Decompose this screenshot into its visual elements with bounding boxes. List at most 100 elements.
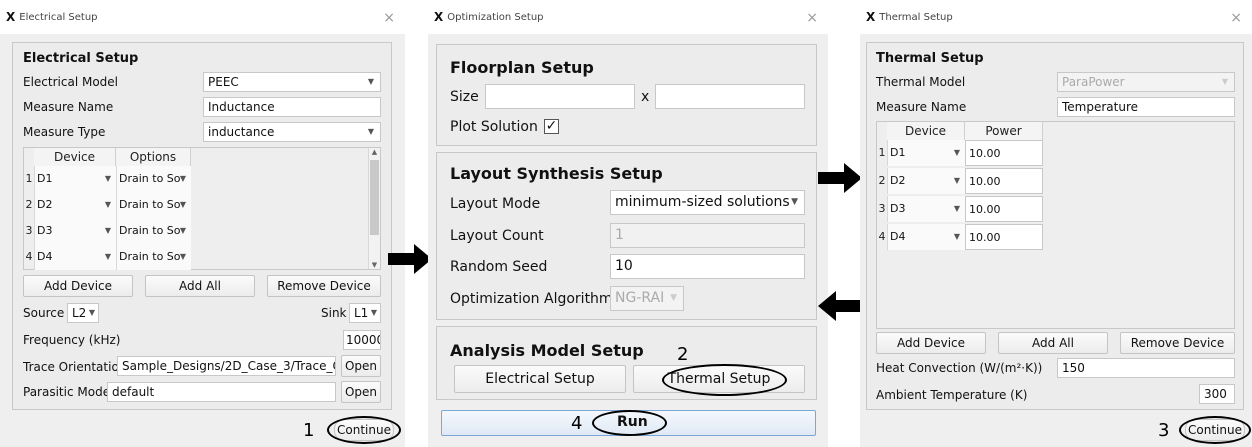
power-input[interactable]: 10.00: [965, 168, 1043, 194]
trace-orientation-input[interactable]: Sample_Designs/2D_Case_3/Trace_Ori.txt: [117, 356, 336, 376]
table-header-options: Options: [116, 148, 191, 166]
optimization-algorithm-label: Optimization Algorithm: [450, 291, 613, 307]
measure-name-input[interactable]: Inductance: [203, 97, 381, 117]
add-all-button[interactable]: Add All: [145, 275, 255, 297]
layout-count-label: Layout Count: [450, 228, 544, 244]
floorplan-group: Floorplan Setup Size x Plot Solution ✓: [436, 44, 817, 146]
row-number: 1: [878, 146, 886, 159]
source-select[interactable]: L2 ▼: [67, 303, 99, 323]
size-height-input[interactable]: [655, 84, 805, 109]
continue-highlight: [1179, 416, 1251, 444]
electrical-setup-window: X Electrical Setup × Electrical Setup El…: [0, 0, 405, 447]
device-select[interactable]: D3 ▼: [34, 218, 116, 244]
layout-count-input[interactable]: 1: [610, 223, 805, 248]
device-select[interactable]: D1 ▼: [887, 140, 965, 166]
measure-type-select[interactable]: inductance ▼: [203, 122, 381, 142]
row-number: 2: [878, 174, 886, 187]
step-number-4: 4: [571, 413, 583, 434]
optimization-algorithm-select[interactable]: NG-RAI ▼: [610, 286, 684, 311]
add-device-button[interactable]: Add Device: [23, 275, 133, 297]
trace-orientation-label: Trace Orientation: [23, 360, 127, 374]
sink-label: Sink: [321, 306, 347, 320]
chevron-down-icon: ▼: [953, 232, 960, 241]
source-value: L2: [72, 306, 87, 320]
thermal-setup-highlight: [662, 364, 787, 396]
device-select[interactable]: D2 ▼: [887, 168, 965, 194]
window-title: Electrical Setup: [19, 11, 98, 23]
app-icon: X: [866, 10, 876, 24]
option-select[interactable]: Drain to So ▼: [116, 192, 191, 218]
close-icon[interactable]: ×: [383, 10, 395, 26]
window-title: Optimization Setup: [447, 11, 544, 23]
step-number-1: 1: [303, 420, 315, 441]
measure-name-input[interactable]: Temperature: [1057, 97, 1235, 117]
plot-solution-checkbox[interactable]: ✓: [544, 119, 559, 134]
device-select[interactable]: D4 ▼: [34, 244, 116, 270]
plot-solution-label: Plot Solution: [450, 119, 538, 135]
scroll-up-icon[interactable]: ▲: [369, 148, 380, 156]
device-select[interactable]: D4 ▼: [887, 224, 965, 250]
frequency-input[interactable]: 10000: [343, 330, 381, 350]
option-select[interactable]: Drain to So ▼: [116, 244, 191, 270]
power-input[interactable]: 10.00: [965, 140, 1043, 166]
chevron-down-icon: ▼: [953, 204, 960, 213]
random-seed-label: Random Seed: [450, 259, 548, 275]
remove-device-button[interactable]: Remove Device: [267, 275, 381, 297]
ambient-temperature-label: Ambient Temperature (K): [876, 388, 1028, 402]
layout-mode-select[interactable]: minimum-sized solutions ▼: [610, 190, 805, 215]
heat-convection-input[interactable]: 150: [1057, 358, 1235, 378]
electrical-titlebar: X Electrical Setup ×: [0, 0, 405, 34]
electrical-group: Electrical Setup Electrical Model PEEC ▼…: [12, 42, 392, 410]
remove-device-button[interactable]: Remove Device: [1120, 332, 1235, 354]
open-parasitic-button[interactable]: Open: [341, 381, 381, 403]
power-input[interactable]: 10.00: [965, 224, 1043, 250]
parasitic-model-label: Parasitic Model: [23, 385, 114, 399]
frequency-label: Frequency (kHz): [23, 333, 121, 347]
option-select[interactable]: Drain to So ▼: [116, 166, 191, 192]
option-value: Drain to So: [119, 250, 181, 263]
device-select[interactable]: D3 ▼: [887, 196, 965, 222]
thermal-model-select[interactable]: ParaPower ▼: [1057, 72, 1235, 92]
arrow-left-icon: [818, 291, 862, 321]
electrical-model-value: PEEC: [208, 75, 239, 89]
power-input[interactable]: 10.00: [965, 196, 1043, 222]
close-icon[interactable]: ×: [806, 10, 818, 26]
electrical-model-select[interactable]: PEEC ▼: [203, 72, 381, 92]
device-select[interactable]: D2 ▼: [34, 192, 116, 218]
device-value: D4: [890, 230, 906, 243]
size-width-input[interactable]: [485, 84, 635, 109]
option-select[interactable]: Drain to So ▼: [116, 218, 191, 244]
measure-type-value: inductance: [208, 125, 275, 139]
heat-convection-label: Heat Convection (W/(m²·K)): [876, 361, 1043, 375]
parasitic-model-input[interactable]: default: [107, 382, 336, 402]
close-icon[interactable]: ×: [1230, 10, 1242, 26]
scroll-thumb[interactable]: [370, 160, 379, 235]
add-device-button[interactable]: Add Device: [876, 332, 986, 354]
layout-synthesis-group: Layout Synthesis Setup Layout Mode minim…: [436, 152, 817, 320]
arrow-right-icon: [388, 244, 432, 274]
sink-select[interactable]: L1 ▼: [349, 303, 381, 323]
device-options-table: Device Options 1 D1 ▼ Drain to So ▼ 2 D2 ▼ …: [23, 147, 381, 270]
chevron-down-icon: ▼: [953, 148, 960, 157]
device-value: D4: [37, 250, 53, 263]
add-all-button[interactable]: Add All: [998, 332, 1108, 354]
measure-name-label: Measure Name: [23, 100, 114, 114]
option-value: Drain to So: [119, 172, 181, 185]
device-select[interactable]: D1 ▼: [34, 166, 116, 192]
measure-name-label: Measure Name: [876, 100, 967, 114]
electrical-setup-button[interactable]: Electrical Setup: [454, 365, 626, 393]
chevron-down-icon: ▼: [179, 252, 186, 261]
chevron-down-icon: ▼: [367, 127, 374, 136]
chevron-down-icon: ▼: [953, 176, 960, 185]
app-icon: X: [6, 10, 16, 24]
floorplan-title: Floorplan Setup: [450, 58, 594, 77]
open-trace-button[interactable]: Open: [341, 355, 381, 377]
table-scrollbar[interactable]: ▲ ▼: [368, 148, 380, 269]
ambient-temperature-input[interactable]: 300: [1199, 384, 1235, 404]
arrow-right-icon: [818, 163, 862, 193]
random-seed-input[interactable]: 10: [610, 254, 805, 279]
scroll-down-icon[interactable]: ▼: [369, 261, 380, 269]
chevron-down-icon: ▼: [104, 226, 111, 235]
size-x-label: x: [641, 89, 650, 105]
analysis-model-group: Analysis Model Setup 2 Electrical Setup …: [436, 326, 817, 400]
